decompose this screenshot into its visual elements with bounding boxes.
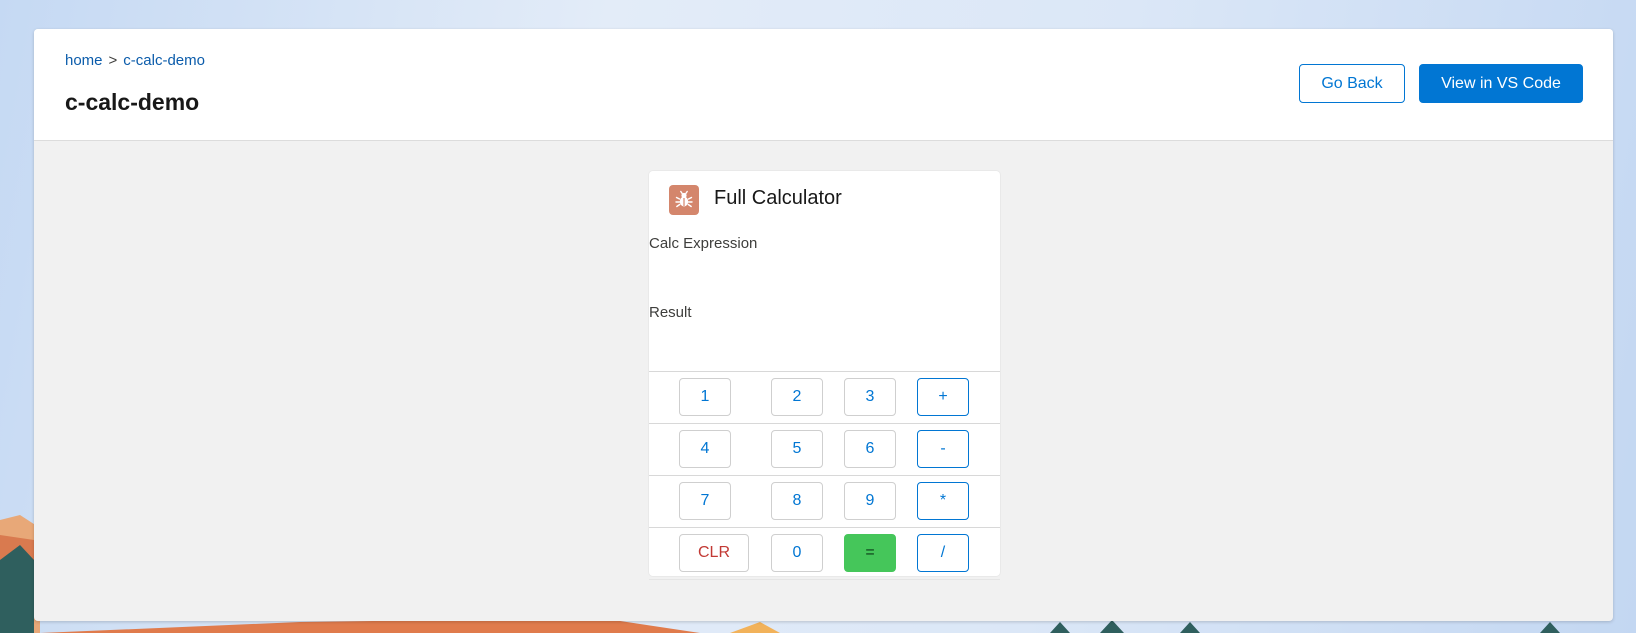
breadcrumb-separator: > bbox=[108, 52, 118, 69]
key-9-button[interactable]: 9 bbox=[844, 482, 896, 520]
keypad-row: 7 8 9 * bbox=[649, 475, 1000, 527]
bug-icon bbox=[669, 185, 699, 215]
key-1-button[interactable]: 1 bbox=[679, 378, 731, 416]
breadcrumb-home-link[interactable]: home bbox=[65, 52, 103, 69]
equals-button[interactable]: = bbox=[844, 534, 896, 572]
breadcrumb-current-link[interactable]: c-calc-demo bbox=[123, 52, 205, 69]
result-value bbox=[649, 328, 1000, 352]
add-button[interactable]: + bbox=[917, 378, 969, 416]
view-in-vs-code-button[interactable]: View in VS Code bbox=[1419, 64, 1583, 103]
breadcrumb: home > c-calc-demo bbox=[65, 52, 205, 69]
subtract-button[interactable]: - bbox=[917, 430, 969, 468]
card-title: Full Calculator bbox=[714, 187, 842, 209]
page-title: c-calc-demo bbox=[65, 89, 200, 115]
calc-expression-label: Calc Expression bbox=[649, 235, 758, 252]
divide-button[interactable]: / bbox=[917, 534, 969, 572]
app-shell: home > c-calc-demo c-calc-demo Go Back Vie… bbox=[34, 29, 1613, 621]
go-back-button[interactable]: Go Back bbox=[1299, 64, 1405, 103]
page-header: home > c-calc-demo c-calc-demo Go Back Vie… bbox=[34, 29, 1613, 141]
keypad-row: CLR 0 = / bbox=[649, 527, 1000, 580]
key-7-button[interactable]: 7 bbox=[679, 482, 731, 520]
keypad: 1 2 3 + 4 5 6 - 7 8 9 * CLR 0 = / bbox=[649, 371, 1000, 580]
full-calculator-card: Full Calculator Calc Expression Result 1… bbox=[649, 171, 1000, 580]
key-6-button[interactable]: 6 bbox=[844, 430, 896, 468]
key-5-button[interactable]: 5 bbox=[771, 430, 823, 468]
key-4-button[interactable]: 4 bbox=[679, 430, 731, 468]
clear-button[interactable]: CLR bbox=[679, 534, 749, 572]
keypad-row: 4 5 6 - bbox=[649, 423, 1000, 475]
keypad-row: 1 2 3 + bbox=[649, 371, 1000, 423]
key-3-button[interactable]: 3 bbox=[844, 378, 896, 416]
key-8-button[interactable]: 8 bbox=[771, 482, 823, 520]
result-label: Result bbox=[649, 304, 692, 321]
calc-expression-value bbox=[649, 259, 1000, 283]
key-0-button[interactable]: 0 bbox=[771, 534, 823, 572]
key-2-button[interactable]: 2 bbox=[771, 378, 823, 416]
multiply-button[interactable]: * bbox=[917, 482, 969, 520]
